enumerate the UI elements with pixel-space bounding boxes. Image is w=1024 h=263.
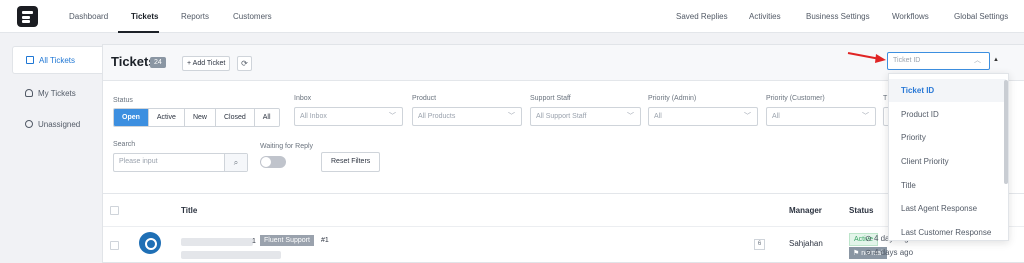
search-icon[interactable]: ⌕ — [224, 154, 247, 171]
status-active-button[interactable]: Active — [148, 109, 185, 126]
inbox-select[interactable]: All Inbox ﹀ — [294, 107, 403, 126]
nav-saved-replies[interactable]: Saved Replies — [676, 12, 728, 21]
status-filter-group: Open Active New Closed All — [113, 108, 280, 127]
inbox-filter-label: Inbox — [294, 95, 312, 102]
nav-customers[interactable]: Customers — [233, 12, 272, 21]
sort-option-last-customer-response[interactable]: Last Customer Response — [889, 221, 1006, 240]
sidebar-item-label: Unassigned — [38, 119, 81, 129]
dropdown-scrollbar[interactable] — [1004, 80, 1008, 184]
tickets-panel: Tickets 24 + Add Ticket ⟳ Ticket ID ︿ ▲ … — [102, 44, 1024, 263]
tickets-header: Tickets 24 + Add Ticket ⟳ Ticket ID ︿ ▲ — [103, 45, 1024, 81]
ticket-number: #1 — [321, 237, 329, 244]
status-all-button[interactable]: All — [254, 109, 279, 126]
sort-option-priority[interactable]: Priority — [889, 126, 1006, 149]
status-new-button[interactable]: New — [184, 109, 216, 126]
created-time: ⊙ 4 days ago — [865, 248, 914, 257]
ticket-title-suffix[interactable]: 1 — [252, 238, 256, 245]
search-placeholder: Please input — [119, 158, 158, 165]
user-icon — [25, 89, 33, 97]
waiting-reply-label: Waiting for Reply — [260, 143, 314, 150]
search-label: Search — [113, 141, 136, 148]
status-filter-label: Status — [113, 97, 133, 104]
ticket-manager: Sahjahan — [789, 239, 823, 248]
chevron-down-icon: ﹀ — [862, 113, 869, 120]
chevron-down-icon: ﹀ — [744, 113, 751, 120]
support-staff-select[interactable]: All Support Staff ﹀ — [530, 107, 641, 126]
nav-global-settings[interactable]: Global Settings — [954, 12, 1008, 21]
nav-tickets[interactable]: Tickets — [131, 12, 158, 21]
ticket-list-icon — [26, 56, 34, 64]
table-divider — [103, 193, 1024, 194]
refresh-icon[interactable]: ⟳ — [237, 56, 252, 71]
active-tab-indicator — [118, 31, 159, 33]
redacted-ticket-title — [181, 238, 253, 246]
product-select[interactable]: All Products ﹀ — [412, 107, 522, 126]
waiting-reply-toggle[interactable] — [260, 156, 286, 168]
sort-option-ticket-id[interactable]: Ticket ID — [889, 79, 1006, 102]
sort-option-client-priority[interactable]: Client Priority — [889, 150, 1006, 173]
eye-icon — [25, 120, 33, 128]
avatar — [139, 232, 161, 254]
chevron-down-icon: ﹀ — [627, 113, 634, 120]
priority-admin-label: Priority (Admin) — [648, 95, 697, 102]
column-status-header: Status — [849, 206, 874, 215]
priority-admin-value: All — [654, 113, 662, 120]
ticket-count-badge: 24 — [150, 57, 166, 68]
inbox-select-value: All Inbox — [300, 113, 327, 120]
sidebar-item-my-tickets[interactable]: My Tickets — [12, 79, 102, 107]
sort-option-product-id[interactable]: Product ID — [889, 103, 1006, 126]
column-manager-header: Manager — [789, 206, 822, 215]
priority-icon: ⚑ — [853, 250, 862, 257]
nav-workflows[interactable]: Workflows — [892, 12, 929, 21]
row-checkbox[interactable] — [110, 241, 119, 250]
product-filter-label: Product — [412, 95, 437, 102]
top-navigation: Dashboard Tickets Reports Customers Save… — [0, 0, 1024, 33]
time-ago-text: 4 days ago — [873, 248, 914, 257]
status-closed-button[interactable]: Closed — [215, 109, 255, 126]
nav-reports[interactable]: Reports — [181, 12, 209, 21]
fluent-support-logo[interactable] — [17, 6, 38, 27]
page-title: Tickets — [111, 54, 156, 69]
priority-customer-select[interactable]: All ﹀ — [766, 107, 876, 126]
chevron-up-icon: ︿ — [974, 57, 981, 64]
product-select-value: All Products — [418, 113, 456, 120]
sort-by-select[interactable]: Ticket ID ︿ — [887, 52, 990, 70]
sort-option-title[interactable]: Title — [889, 174, 1006, 197]
status-open-button[interactable]: Open — [114, 109, 149, 126]
sidebar-item-all-tickets[interactable]: All Tickets — [12, 46, 102, 74]
search-input[interactable]: Please input ⌕ — [113, 153, 248, 172]
sidebar: All Tickets My Tickets Unassigned — [0, 33, 102, 263]
sidebar-item-label: My Tickets — [38, 88, 76, 98]
chevron-down-icon: ﹀ — [389, 113, 396, 120]
staff-filter-label: Support Staff — [530, 95, 571, 102]
reset-filters-button[interactable]: Reset Filters — [321, 152, 381, 172]
chevron-down-icon: ﹀ — [508, 113, 515, 120]
nav-dashboard[interactable]: Dashboard — [69, 12, 108, 21]
response-count-badge: 6 — [754, 239, 765, 250]
staff-select-value: All Support Staff — [536, 113, 587, 120]
redacted-customer-name — [181, 251, 281, 259]
column-title-header: Title — [181, 206, 198, 215]
sort-direction-icon[interactable]: ▲ — [993, 57, 999, 63]
sort-by-placeholder: Ticket ID — [893, 57, 921, 64]
priority-admin-select[interactable]: All ﹀ — [648, 107, 758, 126]
extra-filter-label: T — [883, 95, 888, 102]
sidebar-item-label: All Tickets — [39, 55, 76, 65]
product-tag: Fluent Support — [260, 235, 314, 246]
add-ticket-button[interactable]: + Add Ticket — [182, 56, 231, 71]
row-divider — [103, 226, 1024, 227]
nav-activities[interactable]: Activities — [749, 12, 781, 21]
sidebar-item-unassigned[interactable]: Unassigned — [12, 110, 102, 138]
priority-customer-value: All — [772, 113, 780, 120]
select-all-checkbox[interactable] — [110, 206, 119, 215]
priority-customer-label: Priority (Customer) — [766, 95, 825, 102]
nav-business-settings[interactable]: Business Settings — [806, 12, 870, 21]
sort-by-dropdown-menu: Ticket ID Product ID Priority Client Pri… — [888, 73, 1009, 241]
sort-option-last-agent-response[interactable]: Last Agent Response — [889, 197, 1006, 220]
